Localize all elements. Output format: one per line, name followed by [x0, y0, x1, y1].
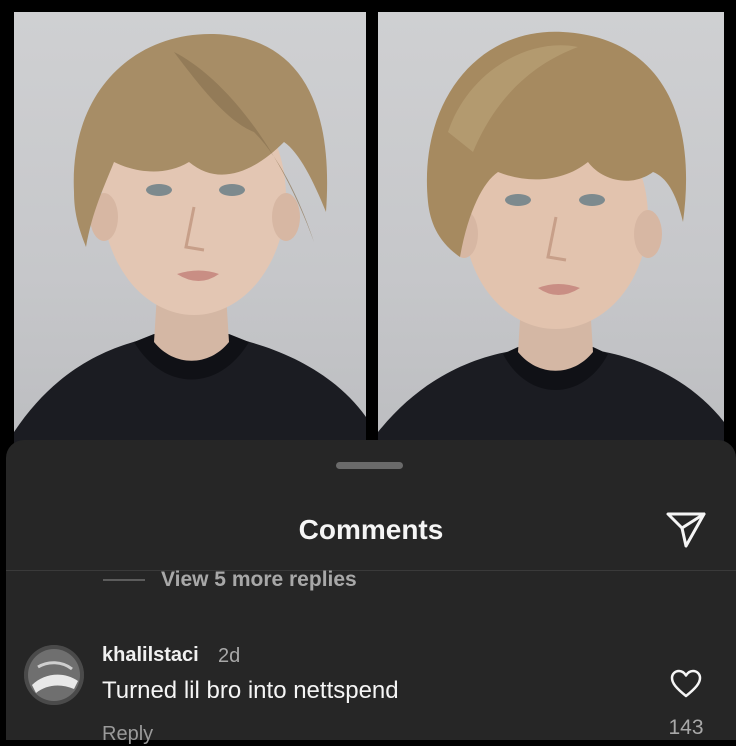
sheet-divider: [6, 570, 736, 571]
post-image: [0, 0, 736, 450]
heart-icon[interactable]: [670, 669, 702, 699]
replies-line: [103, 579, 145, 581]
photo-left: [14, 12, 366, 450]
image-border: [0, 0, 736, 12]
reply-button[interactable]: Reply: [102, 723, 153, 746]
sheet-title: Comments: [298, 514, 444, 545]
send-icon[interactable]: [664, 510, 708, 550]
comment-username[interactable]: khalilstaci: [102, 644, 199, 667]
photo-right: [378, 12, 724, 450]
sheet-grab-handle[interactable]: [336, 462, 403, 469]
view-more-replies-link[interactable]: View 5 more replies: [161, 568, 357, 592]
like-count: 143: [668, 716, 704, 739]
comment-timestamp: 2d: [218, 645, 241, 667]
comment-text: Turned lil bro into nettspend: [102, 677, 399, 704]
comments-sheet: Comments View 5 more replies khalilstaci…: [6, 440, 736, 745]
avatar[interactable]: [24, 645, 84, 705]
